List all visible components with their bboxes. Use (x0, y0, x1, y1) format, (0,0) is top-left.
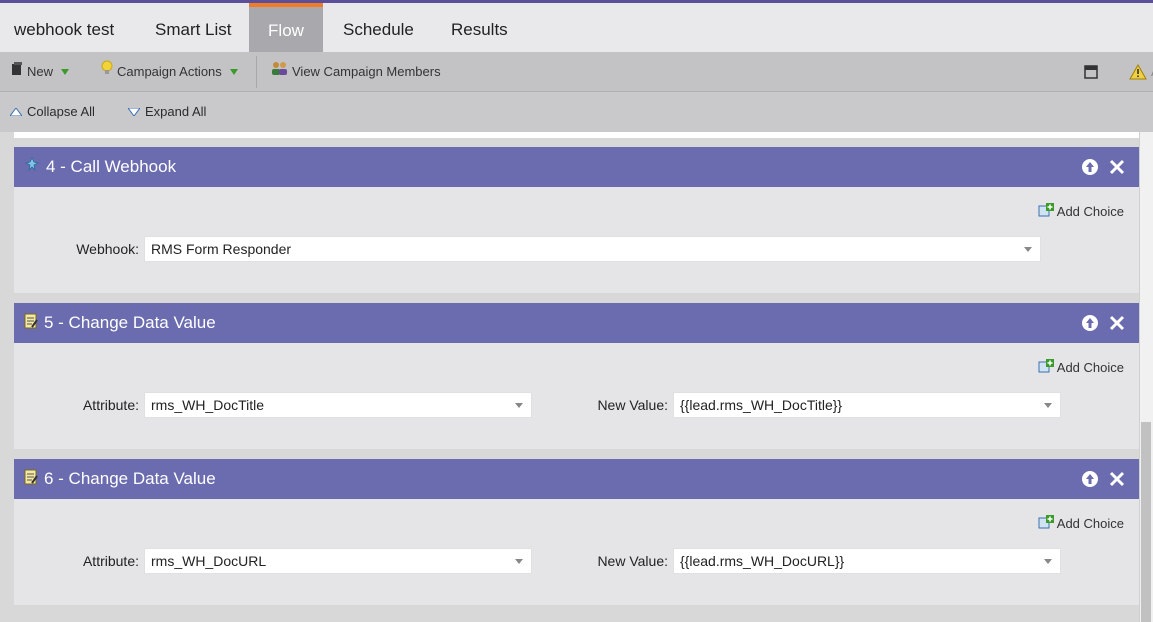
people-icon (271, 52, 288, 92)
campaign-actions-label: Campaign Actions (117, 64, 222, 79)
step-header[interactable]: 5 - Change Data Value (14, 303, 1139, 343)
new-icon (11, 52, 23, 92)
new-value-value: {{lead.rms_WH_DocURL}} (680, 553, 845, 569)
add-choice-button[interactable]: Add Choice (1038, 203, 1124, 220)
expand-all-label: Expand All (145, 104, 207, 119)
view-campaign-members-label: View Campaign Members (292, 64, 441, 79)
dropdown-arrow-icon (1044, 559, 1052, 564)
flow-step-call-webhook: 4 - Call Webhook Add Choice Webhook: RMS… (14, 147, 1139, 293)
close-icon[interactable] (1108, 470, 1126, 488)
add-choice-button[interactable]: Add Choice (1038, 515, 1124, 532)
change-data-value-icon (24, 313, 38, 334)
step-body: Add Choice Webhook: RMS Form Responder (14, 187, 1139, 293)
move-up-icon[interactable] (1081, 470, 1099, 488)
step-title: 6 - Change Data Value (44, 469, 216, 488)
window-icon[interactable] (1084, 52, 1098, 92)
new-label: New (27, 64, 54, 79)
webhook-label: Webhook: (76, 241, 139, 257)
attribute-select[interactable]: rms_WH_DocTitle (144, 392, 532, 418)
attribute-label: Attribute: (82, 553, 139, 569)
add-choice-label: Add Choice (1056, 360, 1124, 375)
chevron-down-icon (127, 92, 141, 132)
new-value-select[interactable]: {{lead.rms_WH_DocURL}} (673, 548, 1061, 574)
lightbulb-icon (101, 52, 113, 92)
move-up-icon[interactable] (1081, 314, 1099, 332)
close-icon[interactable] (1108, 158, 1126, 176)
attribute-label: Attribute: (82, 397, 139, 413)
toolbar-divider (256, 56, 257, 88)
tab-smart-list[interactable]: Smart List (135, 3, 252, 52)
add-choice-label: Add Choice (1056, 516, 1124, 531)
add-choice-icon (1038, 359, 1054, 376)
flow-step-change-data-value-url: 6 - Change Data Value Add Choice Attribu… (14, 459, 1139, 605)
add-choice-label: Add Choice (1056, 204, 1124, 219)
move-up-icon[interactable] (1081, 158, 1099, 176)
warning-icon[interactable]: A (1129, 52, 1153, 92)
webhook-icon (24, 156, 40, 178)
toolbar: New Campaign Actions View Campaign Membe… (0, 52, 1153, 92)
expand-all-button[interactable]: Expand All (127, 92, 207, 132)
dropdown-arrow-icon (515, 559, 523, 564)
tab-bar: webhook test Smart List Flow Schedule Re… (0, 3, 1153, 52)
chevron-down-icon (229, 69, 238, 75)
new-menu-button[interactable]: New (11, 52, 70, 92)
add-choice-icon (1038, 203, 1054, 220)
close-icon[interactable] (1108, 314, 1126, 332)
attribute-value: rms_WH_DocURL (151, 553, 267, 569)
campaign-actions-button[interactable]: Campaign Actions (101, 52, 238, 92)
add-choice-icon (1038, 515, 1054, 532)
canvas-top-edge (14, 132, 1139, 138)
attribute-value: rms_WH_DocTitle (151, 397, 265, 413)
add-choice-button[interactable]: Add Choice (1038, 359, 1124, 376)
flow-canvas: 4 - Call Webhook Add Choice Webhook: RMS… (0, 132, 1153, 622)
step-body: Add Choice Attribute: rms_WH_DocURL New … (14, 499, 1139, 605)
step-header[interactable]: 6 - Change Data Value (14, 459, 1139, 499)
chevron-down-icon (61, 69, 70, 75)
dropdown-arrow-icon (1024, 247, 1032, 252)
attribute-select[interactable]: rms_WH_DocURL (144, 548, 532, 574)
collapse-all-button[interactable]: Collapse All (9, 92, 95, 132)
step-title: 5 - Change Data Value (44, 313, 216, 332)
scrollbar-thumb[interactable] (1141, 422, 1151, 622)
new-value-label: New Value: (597, 397, 668, 413)
tab-schedule[interactable]: Schedule (323, 3, 434, 52)
webhook-select[interactable]: RMS Form Responder (144, 236, 1041, 262)
chevron-up-icon (9, 92, 23, 132)
webhook-value: RMS Form Responder (151, 241, 292, 257)
flow-step-change-data-value-title: 5 - Change Data Value Add Choice Attribu… (14, 303, 1139, 449)
new-value-label: New Value: (597, 553, 668, 569)
change-data-value-icon (24, 469, 38, 490)
flow-subbar: Collapse All Expand All (0, 92, 1153, 132)
dropdown-arrow-icon (1044, 403, 1052, 408)
tab-results[interactable]: Results (431, 3, 528, 52)
dropdown-arrow-icon (515, 403, 523, 408)
new-value-value: {{lead.rms_WH_DocTitle}} (680, 397, 843, 413)
collapse-all-label: Collapse All (27, 104, 95, 119)
new-value-select[interactable]: {{lead.rms_WH_DocTitle}} (673, 392, 1061, 418)
program-name: webhook test (14, 20, 115, 39)
step-body: Add Choice Attribute: rms_WH_DocTitle Ne… (14, 343, 1139, 449)
step-title: 4 - Call Webhook (46, 157, 177, 176)
step-header[interactable]: 4 - Call Webhook (14, 147, 1139, 187)
tab-flow[interactable]: Flow (249, 3, 323, 52)
view-campaign-members-button[interactable]: View Campaign Members (271, 52, 441, 92)
